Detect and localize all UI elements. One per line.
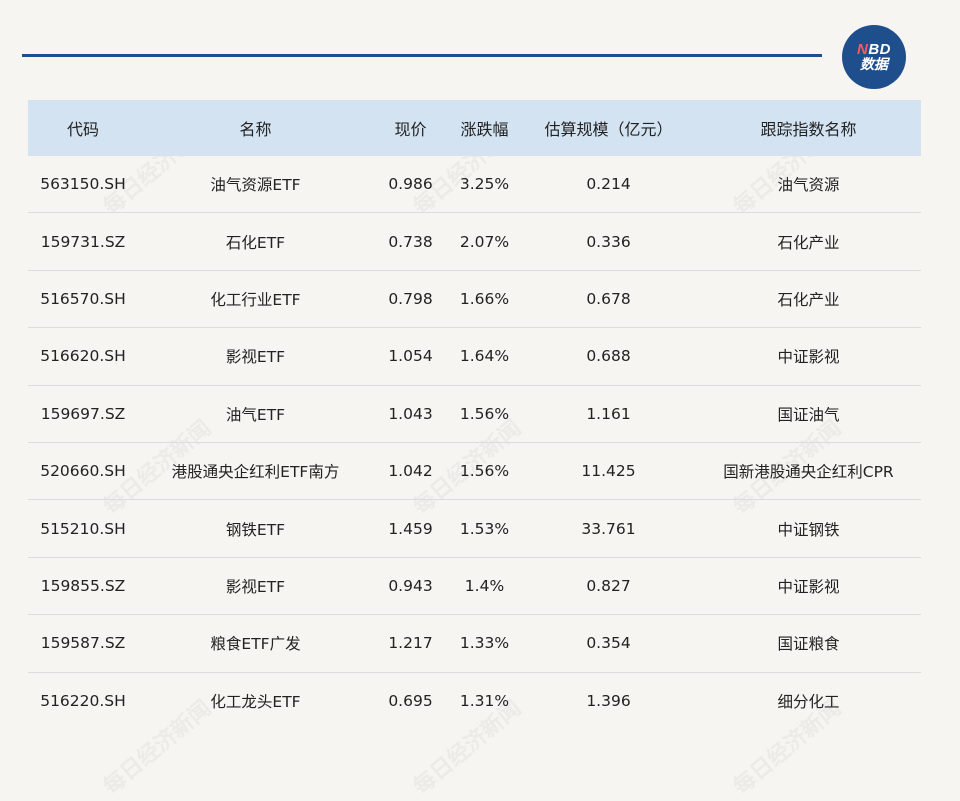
cell-scale: 0.354 xyxy=(586,634,631,653)
cell-code: 159587.SZ xyxy=(40,634,126,653)
cell-change: 1.53% xyxy=(459,519,510,538)
cell-name: 化工行业ETF xyxy=(210,290,301,309)
cell-code: 520660.SH xyxy=(40,462,126,481)
header-name: 名称 xyxy=(239,120,272,139)
table-row: 563150.SH 油气资源ETF 0.986 3.25% 0.214 油气资源 xyxy=(28,156,921,214)
cell-price: 1.217 xyxy=(388,634,433,653)
cell-change: 2.07% xyxy=(459,232,510,251)
cell-price: 0.798 xyxy=(388,289,433,308)
cell-index: 国证粮食 xyxy=(777,635,840,654)
cell-change: 1.56% xyxy=(459,462,510,481)
cell-name: 影视ETF xyxy=(225,577,286,596)
cell-change: 1.31% xyxy=(459,691,510,710)
cell-change: 1.66% xyxy=(459,289,510,308)
cell-code: 563150.SH xyxy=(40,175,126,194)
cell-price: 1.459 xyxy=(388,519,433,538)
cell-price: 0.986 xyxy=(388,175,433,194)
cell-change: 1.33% xyxy=(459,634,510,653)
cell-index: 国新港股通央企红利CPR xyxy=(723,463,894,482)
top-divider xyxy=(22,54,822,57)
cell-scale: 0.827 xyxy=(586,576,631,595)
cell-change: 1.56% xyxy=(459,404,510,423)
etf-table: 代码 名称 现价 涨跌幅 估算规模（亿元） 跟踪指数名称 563150.SH 油气… xyxy=(28,100,921,729)
table-row: 515210.SH 钢铁ETF 1.459 1.53% 33.761 中证钢铁 xyxy=(28,500,921,558)
cell-name: 港股通央企红利ETF南方 xyxy=(171,463,340,482)
cell-index: 中证影视 xyxy=(777,577,840,596)
header-code: 代码 xyxy=(66,120,99,139)
cell-name: 油气ETF xyxy=(225,405,286,424)
cell-index: 国证油气 xyxy=(777,405,840,424)
header-change: 涨跌幅 xyxy=(460,120,509,139)
cell-index: 油气资源 xyxy=(777,176,840,195)
table-row: 516570.SH 化工行业ETF 0.798 1.66% 0.678 石化产业 xyxy=(28,271,921,329)
cell-name: 影视ETF xyxy=(225,348,286,367)
header-index: 跟踪指数名称 xyxy=(760,120,857,139)
cell-index: 中证钢铁 xyxy=(777,520,840,539)
table-row: 159697.SZ 油气ETF 1.043 1.56% 1.161 国证油气 xyxy=(28,386,921,443)
cell-scale: 0.214 xyxy=(586,175,631,194)
cell-scale: 11.425 xyxy=(581,462,636,481)
table-row: 159731.SZ 石化ETF 0.738 2.07% 0.336 石化产业 xyxy=(28,213,921,271)
cell-scale: 1.161 xyxy=(586,404,631,423)
cell-code: 516220.SH xyxy=(40,691,126,710)
cell-code: 159697.SZ xyxy=(40,404,126,423)
cell-code: 159731.SZ xyxy=(40,232,126,251)
header-price: 现价 xyxy=(394,120,427,139)
table-row: 516620.SH 影视ETF 1.054 1.64% 0.688 中证影视 xyxy=(28,328,921,386)
cell-scale: 33.761 xyxy=(581,519,636,538)
cell-name: 石化ETF xyxy=(225,233,286,252)
cell-scale: 0.688 xyxy=(586,347,631,366)
table-row: 159855.SZ 影视ETF 0.943 1.4% 0.827 中证影视 xyxy=(28,558,921,616)
cell-scale: 1.396 xyxy=(586,691,631,710)
cell-price: 1.042 xyxy=(388,462,433,481)
cell-price: 0.943 xyxy=(388,576,433,595)
cell-code: 516620.SH xyxy=(40,347,126,366)
cell-price: 1.054 xyxy=(388,347,433,366)
nbd-logo: NBD 数据 xyxy=(842,25,906,89)
table-row: 516220.SH 化工龙头ETF 0.695 1.31% 1.396 细分化工 xyxy=(28,673,921,729)
table-row: 159587.SZ 粮食ETF广发 1.217 1.33% 0.354 国证粮食 xyxy=(28,615,921,673)
cell-name: 油气资源ETF xyxy=(210,176,301,195)
cell-index: 中证影视 xyxy=(777,348,840,367)
cell-price: 1.043 xyxy=(388,404,433,423)
cell-code: 515210.SH xyxy=(40,519,126,538)
cell-price: 0.738 xyxy=(388,232,433,251)
cell-name: 钢铁ETF xyxy=(225,520,286,539)
cell-index: 石化产业 xyxy=(777,290,840,309)
cell-price: 0.695 xyxy=(388,691,433,710)
table-row: 520660.SH 港股通央企红利ETF南方 1.042 1.56% 11.425 国新港… xyxy=(28,443,921,501)
cell-change: 1.64% xyxy=(459,347,510,366)
cell-name: 化工龙头ETF xyxy=(210,692,301,711)
cell-code: 516570.SH xyxy=(40,289,126,308)
table-body: 563150.SH 油气资源ETF 0.986 3.25% 0.214 油气资源 15973… xyxy=(28,156,921,729)
cell-index: 细分化工 xyxy=(777,692,840,711)
cell-change: 3.25% xyxy=(459,175,510,194)
cell-index: 石化产业 xyxy=(777,233,840,252)
table-header: 代码 名称 现价 涨跌幅 估算规模（亿元） 跟踪指数名称 xyxy=(28,100,921,156)
cell-scale: 0.678 xyxy=(586,289,631,308)
cell-code: 159855.SZ xyxy=(40,576,126,595)
cell-scale: 0.336 xyxy=(586,232,631,251)
cell-name: 粮食ETF广发 xyxy=(210,635,301,654)
header-scale: 估算规模（亿元） xyxy=(544,120,673,139)
cell-change: 1.4% xyxy=(464,576,505,595)
